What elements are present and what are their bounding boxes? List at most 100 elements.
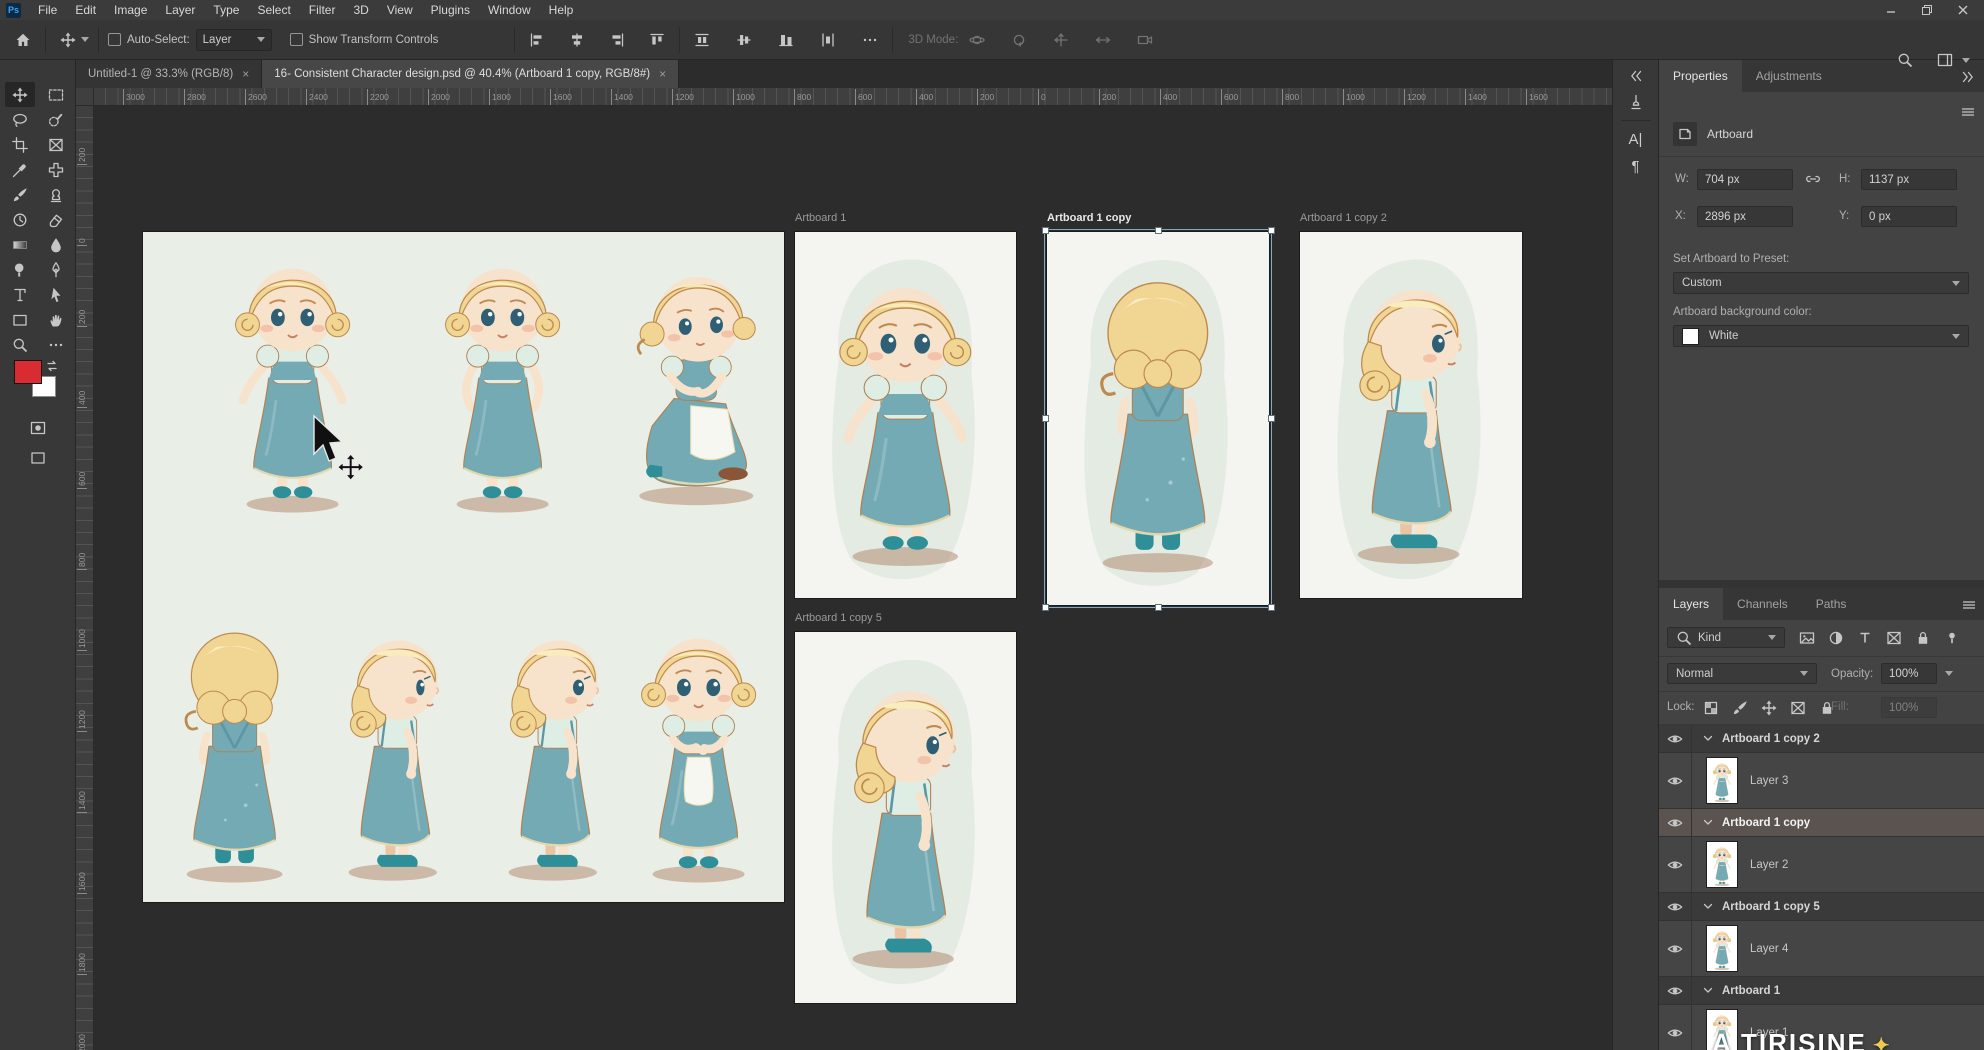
current-tool-icon[interactable]: [55, 27, 81, 53]
tab-adjustments[interactable]: Adjustments: [1742, 60, 1836, 92]
tool-eyedropper[interactable]: [5, 157, 35, 182]
align-right-button[interactable]: [604, 27, 630, 53]
visibility-toggle[interactable]: [1659, 921, 1692, 976]
artboard-artboard-1-copy-2[interactable]: [1300, 232, 1522, 598]
menu-filter[interactable]: Filter: [300, 1, 345, 19]
layer-group-artboard-1-copy[interactable]: Artboard 1 copy: [1659, 809, 1984, 837]
lock-frame-button[interactable]: [1790, 700, 1806, 716]
layers-menu-icon[interactable]: [1961, 597, 1977, 613]
menu-window[interactable]: Window: [479, 1, 540, 19]
menu-edit[interactable]: Edit: [66, 1, 105, 19]
layer-layer-4[interactable]: Layer 4: [1659, 921, 1984, 977]
menu-image[interactable]: Image: [105, 1, 156, 19]
swap-colors-icon[interactable]: [44, 358, 60, 374]
workspace-switcher-button[interactable]: [1932, 47, 1958, 73]
layer-thumbnail[interactable]: [1706, 925, 1738, 972]
preset-dropdown[interactable]: Custom: [1673, 272, 1969, 294]
menu-plugins[interactable]: Plugins: [422, 1, 479, 19]
dist-center-v-button[interactable]: [731, 27, 757, 53]
layer-thumbnail[interactable]: [1706, 757, 1738, 804]
blend-mode-dropdown[interactable]: Normal: [1667, 663, 1817, 684]
close-button[interactable]: [1948, 1, 1978, 19]
artboard-artboard-1[interactable]: [795, 232, 1016, 598]
filter-type-small-button[interactable]: [1857, 630, 1873, 646]
dist-h-button[interactable]: [815, 27, 841, 53]
search-button[interactable]: [1892, 47, 1918, 73]
filter-img-button[interactable]: [1799, 630, 1815, 646]
group-expand-chevron-icon[interactable]: [1700, 814, 1716, 832]
menu-view[interactable]: View: [378, 1, 422, 19]
collapse-panels-icon[interactable]: [1628, 68, 1644, 84]
artboard-artboard-1-copy[interactable]: [1047, 232, 1269, 605]
tool-brush[interactable]: [5, 182, 35, 207]
visibility-toggle[interactable]: [1659, 809, 1692, 836]
tool-hand[interactable]: [41, 307, 71, 332]
tool-more[interactable]: [41, 332, 71, 357]
lock-move-button[interactable]: [1761, 700, 1777, 716]
dist-top-button[interactable]: [689, 27, 715, 53]
layer-group-artboard-1-copy-2[interactable]: Artboard 1 copy 2: [1659, 725, 1984, 753]
tool-preset-chevron-icon[interactable]: [81, 37, 89, 42]
screen-mode-button[interactable]: [30, 450, 46, 466]
foreground-color-swatch[interactable]: [14, 360, 42, 384]
layer-group-artboard-1[interactable]: Artboard 1: [1659, 977, 1984, 1005]
quick-mask-button[interactable]: [30, 420, 46, 436]
tool-rectangle[interactable]: [5, 307, 35, 332]
height-field[interactable]: 1137 px: [1861, 169, 1957, 190]
menu-type[interactable]: Type: [204, 1, 248, 19]
visibility-toggle[interactable]: [1659, 893, 1692, 920]
opacity-field[interactable]: 100%: [1881, 663, 1937, 684]
group-expand-chevron-icon[interactable]: [1700, 730, 1716, 748]
tool-pen[interactable]: [41, 257, 71, 282]
opacity-chevron-icon[interactable]: [1945, 671, 1953, 676]
tool-crop[interactable]: [5, 132, 35, 157]
tab-close-icon[interactable]: ×: [242, 67, 249, 81]
tool-type[interactable]: [5, 282, 35, 307]
align-top-button[interactable]: [644, 27, 670, 53]
auto-select-target-dropdown[interactable]: Layer: [196, 29, 272, 51]
document-tab-1[interactable]: Untitled-1 @ 33.3% (RGB/8)×: [76, 60, 262, 88]
show-transform-checkbox[interactable]: [290, 33, 303, 46]
tool-move[interactable]: [5, 82, 35, 107]
home-button[interactable]: [10, 27, 36, 53]
layer-layer-2[interactable]: Layer 2: [1659, 837, 1984, 893]
tab-layers[interactable]: Layers: [1659, 588, 1723, 620]
artboard-label[interactable]: Artboard 1 copy 5: [795, 612, 882, 628]
artboard-artboard-1-copy-5[interactable]: [795, 632, 1016, 1003]
tool-history-brush[interactable]: [5, 207, 35, 232]
layer-layer-3[interactable]: Layer 3: [1659, 753, 1984, 809]
character-panel-icon[interactable]: A|: [1629, 131, 1643, 148]
menu-select[interactable]: Select: [248, 1, 299, 19]
document-tab-2[interactable]: 16- Consistent Character design.psd @ 40…: [262, 60, 679, 88]
align-center-h-button[interactable]: [564, 27, 590, 53]
tab-properties[interactable]: Properties: [1659, 60, 1742, 92]
filter-frame-button[interactable]: [1886, 630, 1902, 646]
tool-path-selection[interactable]: [41, 282, 71, 307]
y-field[interactable]: 0 px: [1861, 206, 1957, 227]
group-expand-chevron-icon[interactable]: [1700, 898, 1716, 916]
menu-3d[interactable]: 3D: [344, 1, 377, 19]
visibility-toggle[interactable]: [1659, 837, 1692, 892]
layer-filter-dropdown[interactable]: Kind: [1667, 627, 1785, 648]
tool-object-selection[interactable]: [41, 107, 71, 132]
tool-zoom[interactable]: [5, 332, 35, 357]
tool-healing[interactable]: [41, 157, 71, 182]
vertical-ruler[interactable]: 2000200400600800100012001400160018002000: [76, 106, 94, 1050]
ruler-corner[interactable]: [76, 88, 94, 106]
lock-brush-button[interactable]: [1732, 700, 1748, 716]
tool-gradient[interactable]: [5, 232, 35, 257]
tool-lasso[interactable]: [5, 107, 35, 132]
lock-checker-button[interactable]: [1703, 700, 1719, 716]
tool-frame[interactable]: [41, 132, 71, 157]
link-dimensions-icon[interactable]: [1805, 171, 1821, 187]
filter-padlock-button[interactable]: [1915, 630, 1931, 646]
tool-clone-stamp[interactable]: [41, 182, 71, 207]
layer-group-artboard-1-copy-5[interactable]: Artboard 1 copy 5: [1659, 893, 1984, 921]
brush-settings-panel-icon[interactable]: [1628, 94, 1644, 110]
tool-eraser[interactable]: [41, 207, 71, 232]
artboard-label[interactable]: Artboard 1: [795, 212, 846, 228]
tool-blur[interactable]: [41, 232, 71, 257]
restore-button[interactable]: [1912, 1, 1942, 19]
paragraph-panel-icon[interactable]: ¶: [1631, 158, 1639, 175]
tool-dodge[interactable]: [5, 257, 35, 282]
